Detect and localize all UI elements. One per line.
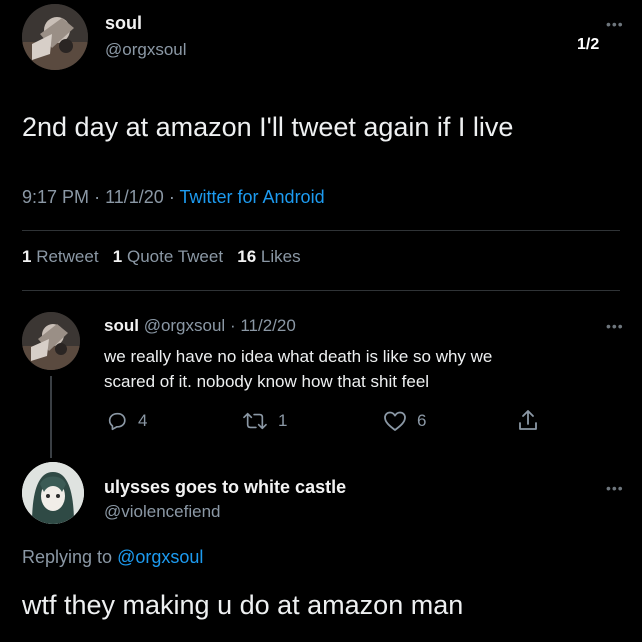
retweet-action[interactable]: 1 [242, 410, 287, 432]
more-dots-icon[interactable]: ••• [606, 480, 624, 496]
reply-text-line: scared of it. nobody know how that shit … [104, 372, 430, 391]
main-tweet-meta: 9:17 PM · 11/1/20 · Twitter for Android [22, 187, 325, 208]
retweet-arrows-icon [243, 412, 267, 430]
share-upload-icon [519, 410, 537, 430]
likes-stat[interactable]: 16 Likes [237, 247, 300, 266]
meta-separator: · [94, 187, 101, 207]
avatar-image [22, 312, 80, 370]
reply-avatar[interactable] [22, 312, 80, 370]
reply-handle[interactable]: @orgxsoul [144, 316, 226, 335]
reply-bubble-icon [108, 412, 126, 431]
main-display-name[interactable]: soul [105, 13, 142, 34]
retweets-count: 1 [22, 247, 32, 266]
reply-text-line: we really have no idea what death is lik… [104, 347, 493, 366]
main-date: 11/1/20 [105, 187, 164, 207]
more-dots-icon[interactable]: ••• [606, 318, 624, 334]
avatar-image [22, 462, 84, 524]
reply-count: 4 [138, 411, 148, 430]
final-handle[interactable]: @violencefiend [104, 502, 221, 522]
divider [22, 230, 620, 231]
replying-to: Replying to @orgxsoul [22, 547, 203, 568]
likes-count: 16 [237, 247, 257, 266]
main-avatar[interactable] [22, 4, 88, 70]
quotes-stat[interactable]: 1 Quote Tweet [113, 247, 228, 266]
main-stats: 1 Retweet 1 Quote Tweet 16 Likes [22, 247, 301, 267]
heart-icon [384, 411, 406, 431]
page-indicator: 1/2 [577, 36, 600, 53]
replying-to-handle[interactable]: @orgxsoul [117, 547, 203, 567]
replying-to-label: Replying to [22, 547, 113, 567]
share-action[interactable] [517, 408, 539, 432]
final-tweet-text: wtf they making u do at amazon man [22, 590, 464, 620]
reply-header: soul @orgxsoul · 11/2/20 [104, 316, 296, 336]
meta-separator: · [168, 187, 175, 207]
like-action[interactable]: 6 [383, 410, 426, 432]
avatar-image [22, 4, 88, 70]
retweet-count: 1 [278, 411, 288, 430]
retweets-label: Retweet [36, 247, 99, 266]
main-time: 9:17 PM [22, 187, 90, 207]
divider [22, 290, 620, 291]
like-count: 6 [417, 411, 427, 430]
meta-separator: · [229, 316, 236, 335]
final-display-name[interactable]: ulysses goes to white castle [104, 477, 346, 498]
main-handle[interactable]: @orgxsoul [105, 40, 187, 60]
reply-date[interactable]: 11/2/20 [240, 316, 295, 335]
tweet-source-link[interactable]: Twitter for Android [180, 187, 325, 207]
final-avatar[interactable] [22, 462, 84, 524]
reply-action[interactable]: 4 [106, 410, 147, 432]
thread-line [50, 376, 52, 458]
reply-display-name[interactable]: soul [104, 316, 139, 335]
main-tweet-text: 2nd day at amazon I'll tweet again if I … [22, 112, 514, 142]
more-dots-icon[interactable]: ••• [606, 16, 624, 32]
retweets-stat[interactable]: 1 Retweet [22, 247, 103, 266]
quotes-count: 1 [112, 247, 123, 266]
reply-text: we really have no idea what death is lik… [104, 344, 492, 394]
likes-label: Likes [260, 247, 301, 266]
quotes-label: Quote Tweet [126, 247, 224, 266]
